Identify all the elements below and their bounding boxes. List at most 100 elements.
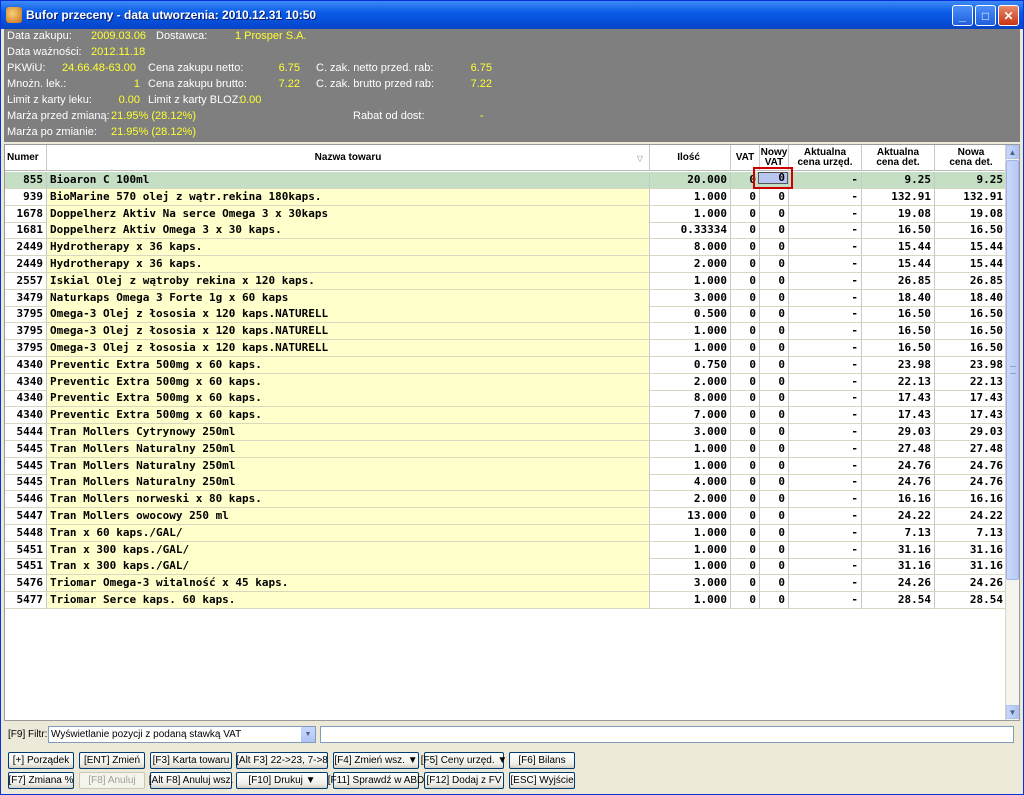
- vertical-scrollbar[interactable]: ▲ ▼: [1005, 145, 1019, 720]
- header-nowa-det[interactable]: Nowa cena det.: [935, 145, 1007, 171]
- table-row[interactable]: 2449 Hydrotherapy x 36 kaps. 2.000 0 0-15.44…: [5, 256, 1007, 273]
- anuluj-wsz-button[interactable]: [Alt F8] Anuluj wsz.: [149, 772, 233, 789]
- header-ilosc[interactable]: Ilość: [650, 145, 731, 171]
- porzadek-button[interactable]: [+] Porządek: [8, 752, 74, 769]
- filter-select[interactable]: Wyświetlanie pozycji z podaną stawką VAT…: [48, 726, 316, 743]
- close-button[interactable]: ✕: [998, 5, 1019, 26]
- cell-nowy-vat[interactable]: 0: [760, 524, 789, 542]
- table-row[interactable]: 3795 Omega-3 Olej z łososia x 120 kaps.NA…: [5, 306, 1007, 324]
- cell-nowy-vat[interactable]: 0: [760, 491, 789, 509]
- header-numer[interactable]: Numer: [5, 145, 47, 171]
- minimize-button[interactable]: _: [952, 5, 973, 26]
- table-row[interactable]: 5451 Tran x 300 kaps./GAL/1.000 0 0-31.16 31…: [5, 541, 1007, 559]
- table-row[interactable]: 5444 Tran Mollers Cytrynowy 250ml 3.000 0 0-…: [5, 424, 1007, 441]
- cell-nowy-vat[interactable]: 0: [760, 424, 789, 441]
- maximize-button[interactable]: □: [975, 5, 996, 26]
- cell-nowy-vat[interactable]: 0: [760, 407, 789, 425]
- chevron-down-icon[interactable]: ▼: [301, 727, 315, 742]
- karta-towaru-button[interactable]: [F3] Karta towaru: [150, 752, 232, 769]
- cell-akt-urz: -: [789, 323, 862, 341]
- cell-ilosc: 1.000: [650, 272, 731, 290]
- cell-nowy-vat[interactable]: 0: [760, 188, 789, 206]
- cell-nowy-vat[interactable]: 0: [760, 558, 789, 576]
- wyjscie-button[interactable]: [ESC] Wyjście: [509, 772, 575, 789]
- cell-nowy-vat[interactable]: 0: [760, 390, 789, 408]
- scroll-down-icon[interactable]: ▼: [1006, 705, 1019, 719]
- zmien-wsz-button[interactable]: [F4] Zmień wsz. ▼: [333, 752, 419, 769]
- scroll-thumb[interactable]: [1006, 160, 1019, 580]
- cell-nowy-vat[interactable]: 0: [760, 272, 789, 290]
- header-nazwa[interactable]: Nazwa towaru ▽: [47, 145, 650, 171]
- cell-nowy-vat[interactable]: 0: [760, 306, 789, 324]
- scroll-up-icon[interactable]: ▲: [1006, 145, 1019, 159]
- nowy-vat-edit-input[interactable]: 0: [758, 172, 788, 184]
- table-row[interactable]: 3795 Omega-3 Olej z łososia x 120 kaps.NA…: [5, 323, 1007, 341]
- cell-akt-det: 16.50: [862, 340, 935, 357]
- alt-f3-button[interactable]: [Alt F3] 22->23, 7->8: [236, 752, 328, 769]
- filter-input[interactable]: [320, 726, 1014, 743]
- table-row[interactable]: 1681 Doppelherz Aktiv Omega 3 x 30 kaps. 0…: [5, 222, 1007, 240]
- table-row[interactable]: 4340 Preventic Extra 500mg x 60 kaps. 8.00…: [5, 390, 1007, 408]
- marza-przed-value: 21.95% (28.12%): [111, 110, 196, 122]
- table-row[interactable]: 5476 Triomar Omega-3 witalność x 45 kaps.…: [5, 575, 1007, 593]
- cell-akt-det: 24.26: [862, 575, 935, 593]
- table-row[interactable]: 2449 Hydrotherapy x 36 kaps. 8.000 0 0-15.44…: [5, 239, 1007, 257]
- cell-akt-urz: -: [789, 558, 862, 576]
- dodaj-fv-button[interactable]: [F12] Dodaj z FV: [424, 772, 504, 789]
- cell-nowy-vat[interactable]: 0: [760, 323, 789, 341]
- cell-nowy-vat[interactable]: 0: [760, 541, 789, 559]
- cell-nowy-vat[interactable]: 0: [760, 239, 789, 257]
- cell-nowy-vat[interactable]: 0: [760, 457, 789, 475]
- cell-nowy-vat[interactable]: 0: [760, 356, 789, 374]
- table-row[interactable]: 1678 Doppelherz Aktiv Na serce Omega 3 x …: [5, 205, 1007, 223]
- header-akt-urz[interactable]: Aktualna cena urzęd.: [789, 145, 862, 171]
- cell-akt-det: 27.48: [862, 440, 935, 458]
- cell-numer: 5447: [5, 508, 47, 525]
- cell-nowy-vat[interactable]: 0: [760, 592, 789, 609]
- cell-nowy-vat[interactable]: 0: [760, 575, 789, 593]
- table-row[interactable]: 4340 Preventic Extra 500mg x 60 kaps. 2.00…: [5, 373, 1007, 391]
- cell-nowy-vat[interactable]: 0: [760, 340, 789, 357]
- cell-nowy-vat[interactable]: 0: [760, 373, 789, 391]
- cell-nowy-vat[interactable]: 0: [760, 222, 789, 240]
- table-row[interactable]: 5451 Tran x 300 kaps./GAL/1.000 0 0-31.16 31…: [5, 558, 1007, 576]
- table-row[interactable]: 5446 Tran Mollers norweski x 80 kaps. 2.00…: [5, 491, 1007, 509]
- cell-numer: 1681: [5, 222, 47, 240]
- zmiana-procent-button[interactable]: [F7] Zmiana %: [8, 772, 74, 789]
- cell-nowa-det: 15.44: [935, 239, 1007, 257]
- drukuj-button[interactable]: [F10] Drukuj ▼: [236, 772, 328, 789]
- table-row[interactable]: 5445 Tran Mollers Naturalny 250ml 4.000 0 0-…: [5, 474, 1007, 492]
- cell-numer: 3795: [5, 306, 47, 324]
- table-row[interactable]: 4340 Preventic Extra 500mg x 60 kaps. 0.75…: [5, 356, 1007, 374]
- cell-nowy-vat[interactable]: 0: [760, 205, 789, 223]
- header-akt-det[interactable]: Aktualna cena det.: [862, 145, 935, 171]
- zmien-button[interactable]: [ENT] Zmień: [79, 752, 145, 769]
- table-row[interactable]: 5445 Tran Mollers Naturalny 250ml 1.000 0 0-…: [5, 457, 1007, 475]
- cell-akt-det: 15.44: [862, 239, 935, 257]
- cell-akt-det: 16.50: [862, 306, 935, 324]
- sprawdz-abd-button[interactable]: [F11] Sprawdź w ABD: [328, 772, 424, 789]
- table-row[interactable]: 3795 Omega-3 Olej z łososia x 120 kaps.NA…: [5, 340, 1007, 357]
- bilans-button[interactable]: [F6] Bilans: [509, 752, 575, 769]
- table-row[interactable]: 4340 Preventic Extra 500mg x 60 kaps. 7.00…: [5, 407, 1007, 425]
- cell-nowy-vat[interactable]: 0: [760, 256, 789, 273]
- cell-nowy-vat[interactable]: 0: [760, 440, 789, 458]
- cell-nowy-vat[interactable]: 0: [760, 474, 789, 492]
- table-row[interactable]: 3479 Naturkaps Omega 3 Forte 1g x 60 kaps…: [5, 289, 1007, 307]
- anuluj-button[interactable]: [F8] Anuluj: [79, 772, 145, 789]
- title-bar[interactable]: Bufor przeceny - data utworzenia: 2010.1…: [1, 1, 1023, 29]
- nowy-vat-editor[interactable]: 0: [753, 167, 793, 189]
- ceny-urzed-button[interactable]: [F5] Ceny urzęd. ▼: [421, 752, 507, 769]
- table-row[interactable]: 5447 Tran Mollers owocowy 250 ml 13.000 0 0-…: [5, 508, 1007, 525]
- table-row[interactable]: 5445 Tran Mollers Naturalny 250ml 1.000 0 0-…: [5, 440, 1007, 458]
- table-row[interactable]: 855Bioaron C 100ml20.00000-9.259.25: [5, 172, 1007, 189]
- cell-nowy-vat[interactable]: 0: [760, 508, 789, 525]
- cell-akt-urz: -: [789, 541, 862, 559]
- table-row[interactable]: 2557 Iskial Olej z wątroby rekina x 120 k…: [5, 272, 1007, 290]
- cell-akt-det: 18.40: [862, 289, 935, 307]
- cell-nowy-vat[interactable]: 0: [760, 289, 789, 307]
- table-row[interactable]: 5477 Triomar Serce kaps. 60 kaps. 1.000 0 0-…: [5, 592, 1007, 609]
- table-row[interactable]: 939 BioMarine 570 olej z wątr.rekina 180k…: [5, 188, 1007, 206]
- table-row[interactable]: 5448 Tran x 60 kaps./GAL/1.000 0 0-7.13 7.13: [5, 524, 1007, 542]
- cell-numer: 1678: [5, 205, 47, 223]
